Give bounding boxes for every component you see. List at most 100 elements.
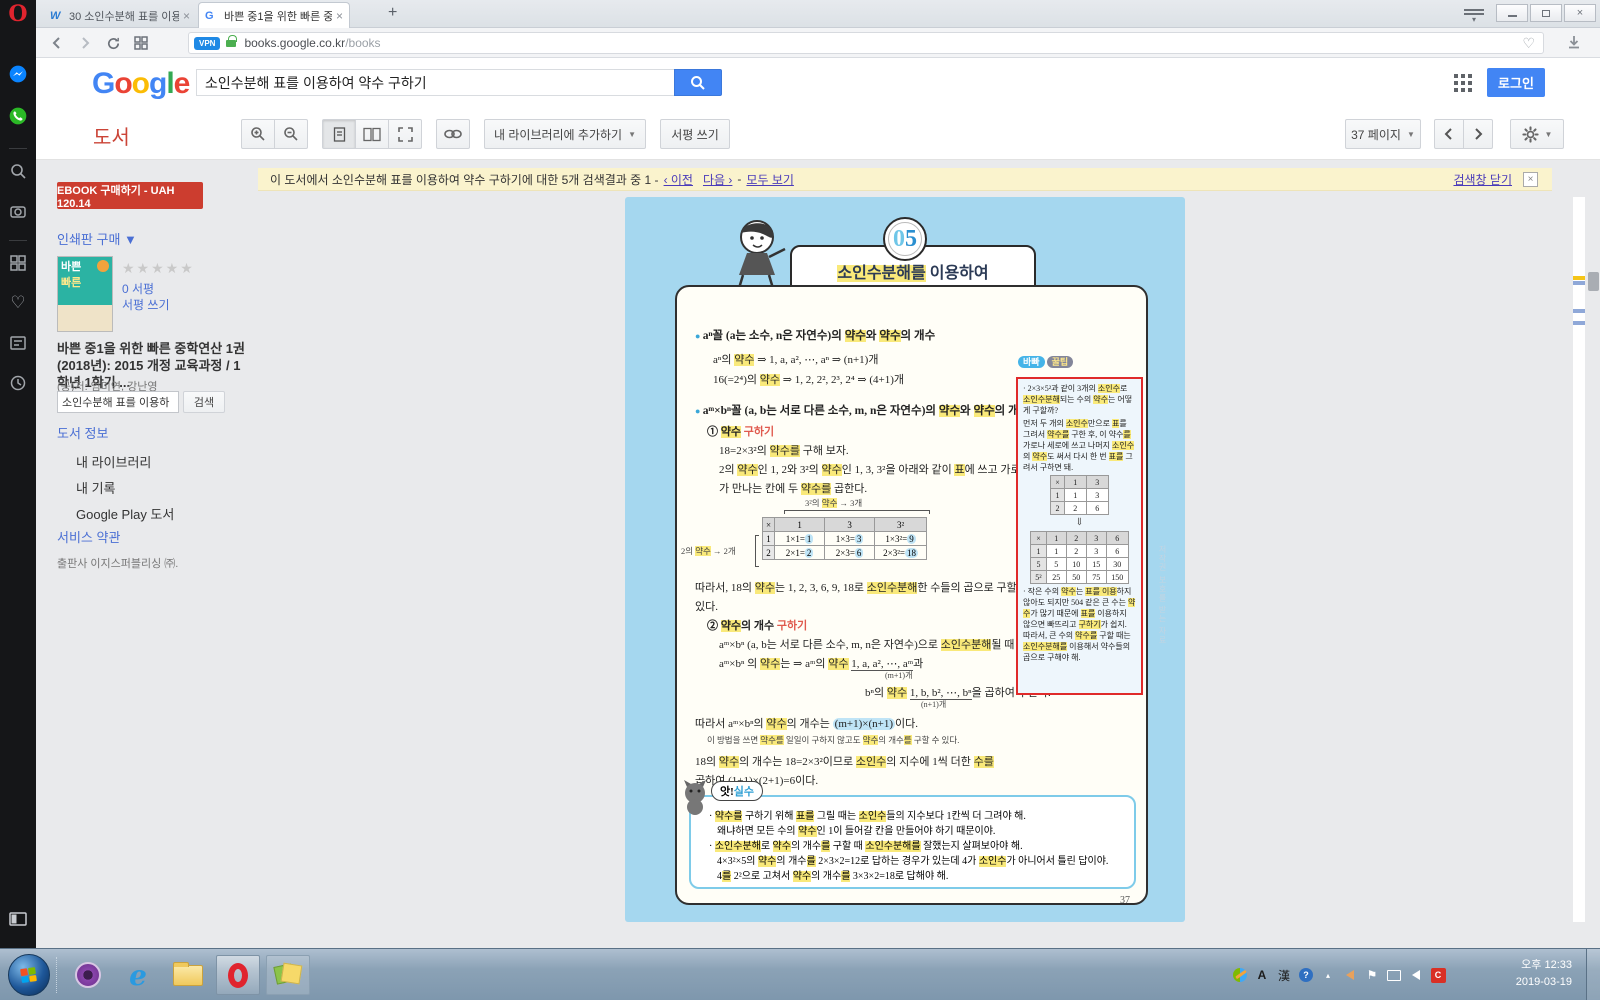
minimize-button[interactable]: [1496, 4, 1528, 22]
my-library-link[interactable]: 내 라이브러리: [76, 452, 151, 471]
messenger-icon[interactable]: [7, 63, 29, 85]
search-input[interactable]: [196, 69, 674, 96]
url-path: /books: [345, 36, 380, 50]
add-to-library-button[interactable]: 내 라이브러리에 추가하기 ▼: [484, 119, 646, 149]
tab1-close-icon[interactable]: ×: [183, 9, 190, 23]
section-title: 도서: [93, 121, 130, 150]
terms-link[interactable]: 서비스 약관: [57, 527, 120, 546]
taskbar-app-opera[interactable]: [216, 955, 260, 995]
browser-menu-icon[interactable]: ▾: [1464, 7, 1484, 22]
sidebar-setup-icon[interactable]: [7, 908, 29, 930]
mistake-line: · 약수를 구하기 위해 표를 그릴 때는 소인수들의 지수보다 1칸씩 더 그…: [709, 809, 1124, 824]
result-marker[interactable]: [1573, 309, 1585, 313]
book-info-link[interactable]: 도서 정보: [57, 423, 108, 442]
sidebar-divider: [9, 240, 27, 241]
search-button[interactable]: [674, 69, 722, 96]
fullscreen-button[interactable]: [388, 119, 422, 149]
url-field[interactable]: VPN books.google.co.kr /books ♡: [188, 32, 1544, 54]
muted-speaker-icon[interactable]: [1340, 970, 1360, 980]
app-c-tray-icon[interactable]: C: [1428, 968, 1448, 983]
next-result-link[interactable]: 다음 ›: [703, 171, 732, 188]
tab-inactive[interactable]: W 30 소인수분해 표를 이용 ×: [44, 3, 196, 28]
speaker-icon[interactable]: [1406, 970, 1426, 980]
forward-icon[interactable]: [74, 33, 96, 53]
ime-alpha-icon[interactable]: A: [1252, 968, 1272, 982]
language-input-icon[interactable]: [1230, 968, 1250, 982]
write-review-button[interactable]: 서평 쓰기: [660, 119, 730, 149]
bookmarks-heart-icon[interactable]: ♡: [7, 292, 29, 314]
ime-hanja-icon[interactable]: 漢: [1274, 967, 1294, 984]
my-history-link[interactable]: 내 기록: [76, 478, 116, 497]
tab2-close-icon[interactable]: ×: [336, 9, 343, 23]
close-button[interactable]: ×: [1564, 4, 1596, 22]
current-page-marker[interactable]: [1573, 276, 1585, 280]
in-book-search-input[interactable]: [57, 391, 179, 413]
zoom-out-button[interactable]: [274, 119, 308, 149]
vpn-badge[interactable]: VPN: [194, 37, 220, 50]
speed-dial-grid-icon[interactable]: [130, 33, 152, 53]
history-icon[interactable]: [7, 372, 29, 394]
previous-result-link[interactable]: ‹ 이전: [664, 171, 693, 188]
tip-box: · 2×3×5²과 같이 3개의 소인수로 소인수분해되는 수의 약수는 어떻게…: [1016, 377, 1143, 695]
reload-icon[interactable]: [102, 33, 124, 53]
help-tray-icon[interactable]: ?: [1296, 968, 1316, 982]
tip-table-large: ×1236 11236 55101530 5²255075150: [1030, 531, 1128, 584]
show-desktop-button[interactable]: [1586, 949, 1600, 1000]
chevron-left-icon: [1444, 128, 1454, 140]
taskbar-app-ie[interactable]: e: [116, 955, 160, 995]
scrollbar-thumb[interactable]: [1588, 272, 1599, 291]
link-button[interactable]: [436, 119, 470, 149]
in-book-search-button[interactable]: 검색: [183, 391, 225, 413]
back-icon[interactable]: [46, 33, 68, 53]
next-page-button[interactable]: [1463, 119, 1493, 149]
search-panel-icon[interactable]: [7, 160, 29, 182]
tab2-title: 바쁜 중1을 위한 빠른 중: [224, 8, 332, 24]
speed-dial-icon[interactable]: [7, 252, 29, 274]
close-search-link[interactable]: 검색창 닫기: [1453, 171, 1512, 188]
secure-lock-icon[interactable]: [226, 40, 236, 47]
close-search-icon[interactable]: ×: [1523, 172, 1538, 187]
write-review-link[interactable]: 서평 쓰기: [122, 296, 170, 313]
taskbar-clock[interactable]: 오후 12:33 2019-03-19: [1516, 957, 1572, 991]
zoom-in-button[interactable]: [241, 119, 275, 149]
google-logo[interactable]: Google: [92, 67, 189, 101]
login-button[interactable]: 로그인: [1487, 68, 1545, 97]
table-top-bracket: [784, 510, 930, 514]
download-icon[interactable]: [1566, 34, 1582, 50]
windows-flag-icon: [20, 967, 38, 983]
buy-print-link[interactable]: 인쇄판 구매 ▼: [57, 229, 137, 248]
page-select-dropdown[interactable]: 37 페이지 ▼: [1345, 119, 1421, 149]
apps-grid-icon[interactable]: [1454, 74, 1472, 92]
reviews-count-link[interactable]: 0 서평: [122, 280, 154, 297]
lesson-title-line1: 소인수분해를 이용하여: [790, 259, 1036, 283]
url-domain: books.google.co.kr: [244, 36, 345, 50]
result-marker[interactable]: [1573, 321, 1585, 325]
fullscreen-icon: [398, 127, 413, 142]
two-page-view-button[interactable]: [355, 119, 389, 149]
single-page-view-button[interactable]: [322, 119, 356, 149]
whatsapp-icon[interactable]: [7, 105, 29, 127]
restore-button[interactable]: [1530, 4, 1562, 22]
previous-page-button[interactable]: [1434, 119, 1464, 149]
new-tab-button[interactable]: +: [388, 4, 397, 22]
news-icon[interactable]: [7, 332, 29, 354]
sticky-notes-icon: [275, 962, 301, 988]
taskbar-app-media[interactable]: [66, 955, 110, 995]
view-all-link[interactable]: 모두 보기: [746, 171, 794, 188]
snapshot-camera-icon[interactable]: [7, 200, 29, 222]
opera-logo-icon[interactable]: O: [5, 2, 31, 26]
google-play-books-link[interactable]: Google Play 도서: [76, 504, 174, 523]
settings-button[interactable]: ▼: [1510, 119, 1564, 149]
taskbar-app-notes[interactable]: [266, 955, 310, 995]
hidden-icons-arrow[interactable]: ▴: [1318, 971, 1338, 980]
book-cover[interactable]: 바쁜 빠른: [57, 256, 113, 332]
buy-ebook-button[interactable]: EBOOK 구매하기 - UAH 120.14: [57, 182, 203, 209]
action-center-flag-icon[interactable]: ⚑: [1362, 968, 1382, 982]
page-position-strip[interactable]: [1573, 197, 1585, 922]
result-marker[interactable]: [1573, 281, 1585, 285]
network-icon[interactable]: [1384, 970, 1404, 981]
start-button[interactable]: [8, 954, 50, 996]
taskbar-app-explorer[interactable]: [166, 955, 210, 995]
tab-active[interactable]: G 바쁜 중1을 위한 빠른 중 ×: [198, 2, 350, 28]
bookmark-heart-icon[interactable]: ♡: [1522, 35, 1535, 52]
